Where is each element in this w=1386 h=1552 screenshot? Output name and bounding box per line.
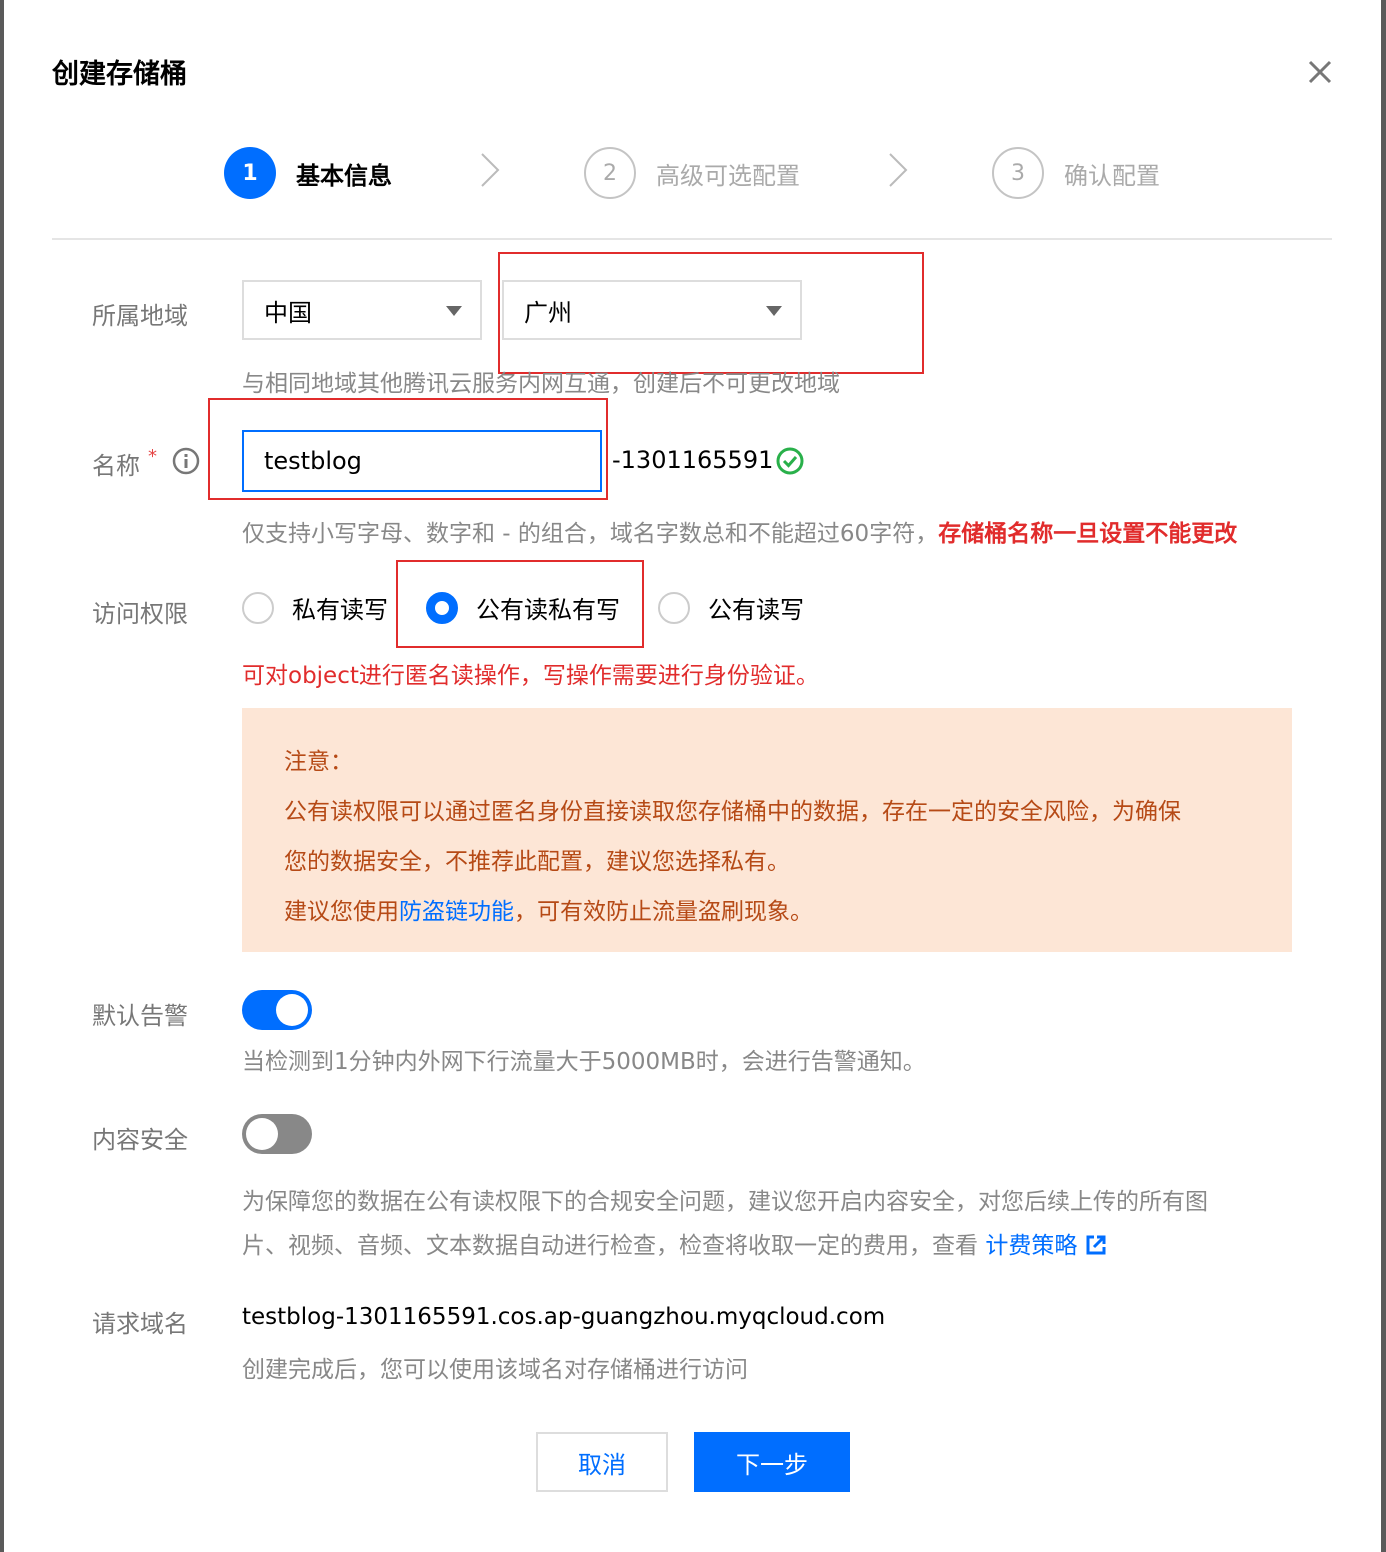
content-security-hint: 片、视频、音频、文本数据自动进行检查，检查将收取一定的费用，查看 计费策略	[242, 1226, 1107, 1260]
step-confirm-config: 3 确认配置	[992, 146, 1160, 200]
step-number: 2	[584, 147, 636, 199]
radio-label: 公有读写	[708, 596, 804, 624]
radio-circle[interactable]	[242, 591, 274, 624]
request-domain-value: testblog-1301165591.cos.ap-guangzhou.myq…	[242, 1304, 886, 1330]
content-security-hint: 为保障您的数据在公有读权限下的合规安全问题，建议您开启内容安全，对您后续上传的所…	[242, 1189, 1208, 1215]
external-link-icon[interactable]	[1085, 1234, 1107, 1256]
step-advanced-config: 2 高级可选配置	[584, 146, 800, 200]
notice-line: 公有读权限可以通过匿名身份直接读取您存储桶中的数据，存在一定的安全风险，为确保	[284, 799, 1181, 825]
step-number: 1	[224, 147, 276, 199]
step-basic-info: 1 基本信息	[224, 146, 392, 200]
radio-circle[interactable]	[426, 591, 458, 624]
radio-label: 公有读私有写	[476, 596, 620, 624]
step-number: 3	[992, 147, 1044, 199]
alarm-label: 默认告警	[92, 1002, 188, 1030]
notice-line: 建议您使用防盗链功能，可有效防止流量盗刷现象。	[284, 892, 813, 926]
check-circle-icon	[776, 447, 804, 475]
create-bucket-dialog: 创建存储桶 1 基本信息 2 高级可选配置 3 确认配置 所属地域 中国 广州 …	[4, 0, 1381, 1552]
alarm-toggle[interactable]	[242, 990, 312, 1030]
alarm-hint: 当检测到1分钟内外网下行流量大于5000MB时，会进行告警通知。	[242, 1049, 926, 1075]
step-label: 高级可选配置	[656, 161, 800, 190]
city-value: 广州	[524, 298, 572, 327]
access-label: 访问权限	[92, 600, 188, 628]
appid-suffix: -1301165591	[612, 446, 774, 474]
country-select[interactable]: 中国	[242, 280, 482, 340]
content-security-toggle[interactable]	[242, 1114, 312, 1154]
content-security-hint-text: 片、视频、音频、文本数据自动进行检查，检查将收取一定的费用，查看	[242, 1233, 978, 1259]
chevron-right-icon	[889, 153, 908, 187]
radio-label: 私有读写	[292, 596, 388, 624]
step-label: 确认配置	[1064, 161, 1160, 190]
chevron-right-icon	[481, 153, 500, 187]
cancel-button[interactable]: 取消	[536, 1432, 668, 1492]
info-icon[interactable]	[172, 447, 200, 475]
radio-public-read-private-write[interactable]: 公有读私有写	[426, 590, 620, 625]
radio-circle[interactable]	[658, 591, 690, 624]
access-description: 可对object进行匿名读操作，写操作需要进行身份验证。	[242, 663, 819, 689]
content-security-label: 内容安全	[92, 1126, 188, 1154]
notice-text: 建议您使用	[284, 899, 399, 925]
notice-box: 注意： 公有读权限可以通过匿名身份直接读取您存储桶中的数据，存在一定的安全风险，…	[242, 708, 1292, 952]
city-select[interactable]: 广州	[502, 280, 802, 340]
region-label: 所属地域	[92, 302, 188, 330]
name-hint: 仅支持小写字母、数字和 - 的组合，域名字数总和不能超过60字符，存储桶名称一旦…	[242, 514, 1237, 548]
header-divider	[52, 238, 1332, 240]
caret-down-icon	[446, 306, 462, 316]
step-label: 基本信息	[296, 161, 392, 190]
billing-policy-link[interactable]: 计费策略	[985, 1233, 1077, 1259]
next-step-button[interactable]: 下一步	[694, 1432, 850, 1492]
name-hint-text: 仅支持小写字母、数字和 - 的组合，域名字数总和不能超过60字符，	[242, 521, 939, 547]
required-mark: *	[148, 446, 157, 467]
dialog-title: 创建存储桶	[52, 59, 187, 90]
toggle-knob	[246, 1118, 278, 1150]
notice-text: ，可有效防止流量盗刷现象。	[514, 899, 813, 925]
request-domain-hint: 创建完成后，您可以使用该域名对存储桶进行访问	[242, 1357, 748, 1383]
notice-line: 您的数据安全，不推荐此配置，建议您选择私有。	[284, 849, 790, 875]
notice-title: 注意：	[284, 749, 353, 775]
close-icon[interactable]	[1300, 52, 1340, 92]
country-value: 中国	[264, 298, 312, 327]
radio-public-rw[interactable]: 公有读写	[658, 590, 804, 625]
caret-down-icon	[766, 306, 782, 316]
toggle-knob	[276, 994, 308, 1026]
hotlink-protection-link[interactable]: 防盗链功能	[399, 899, 514, 925]
name-label: 名称	[92, 452, 140, 480]
radio-private-rw[interactable]: 私有读写	[242, 590, 388, 625]
request-domain-label: 请求域名	[92, 1310, 188, 1338]
bucket-name-input[interactable]	[242, 430, 602, 492]
name-warning: 存储桶名称一旦设置不能更改	[938, 521, 1238, 547]
region-hint: 与相同地域其他腾讯云服务内网互通，创建后不可更改地域	[242, 371, 840, 397]
